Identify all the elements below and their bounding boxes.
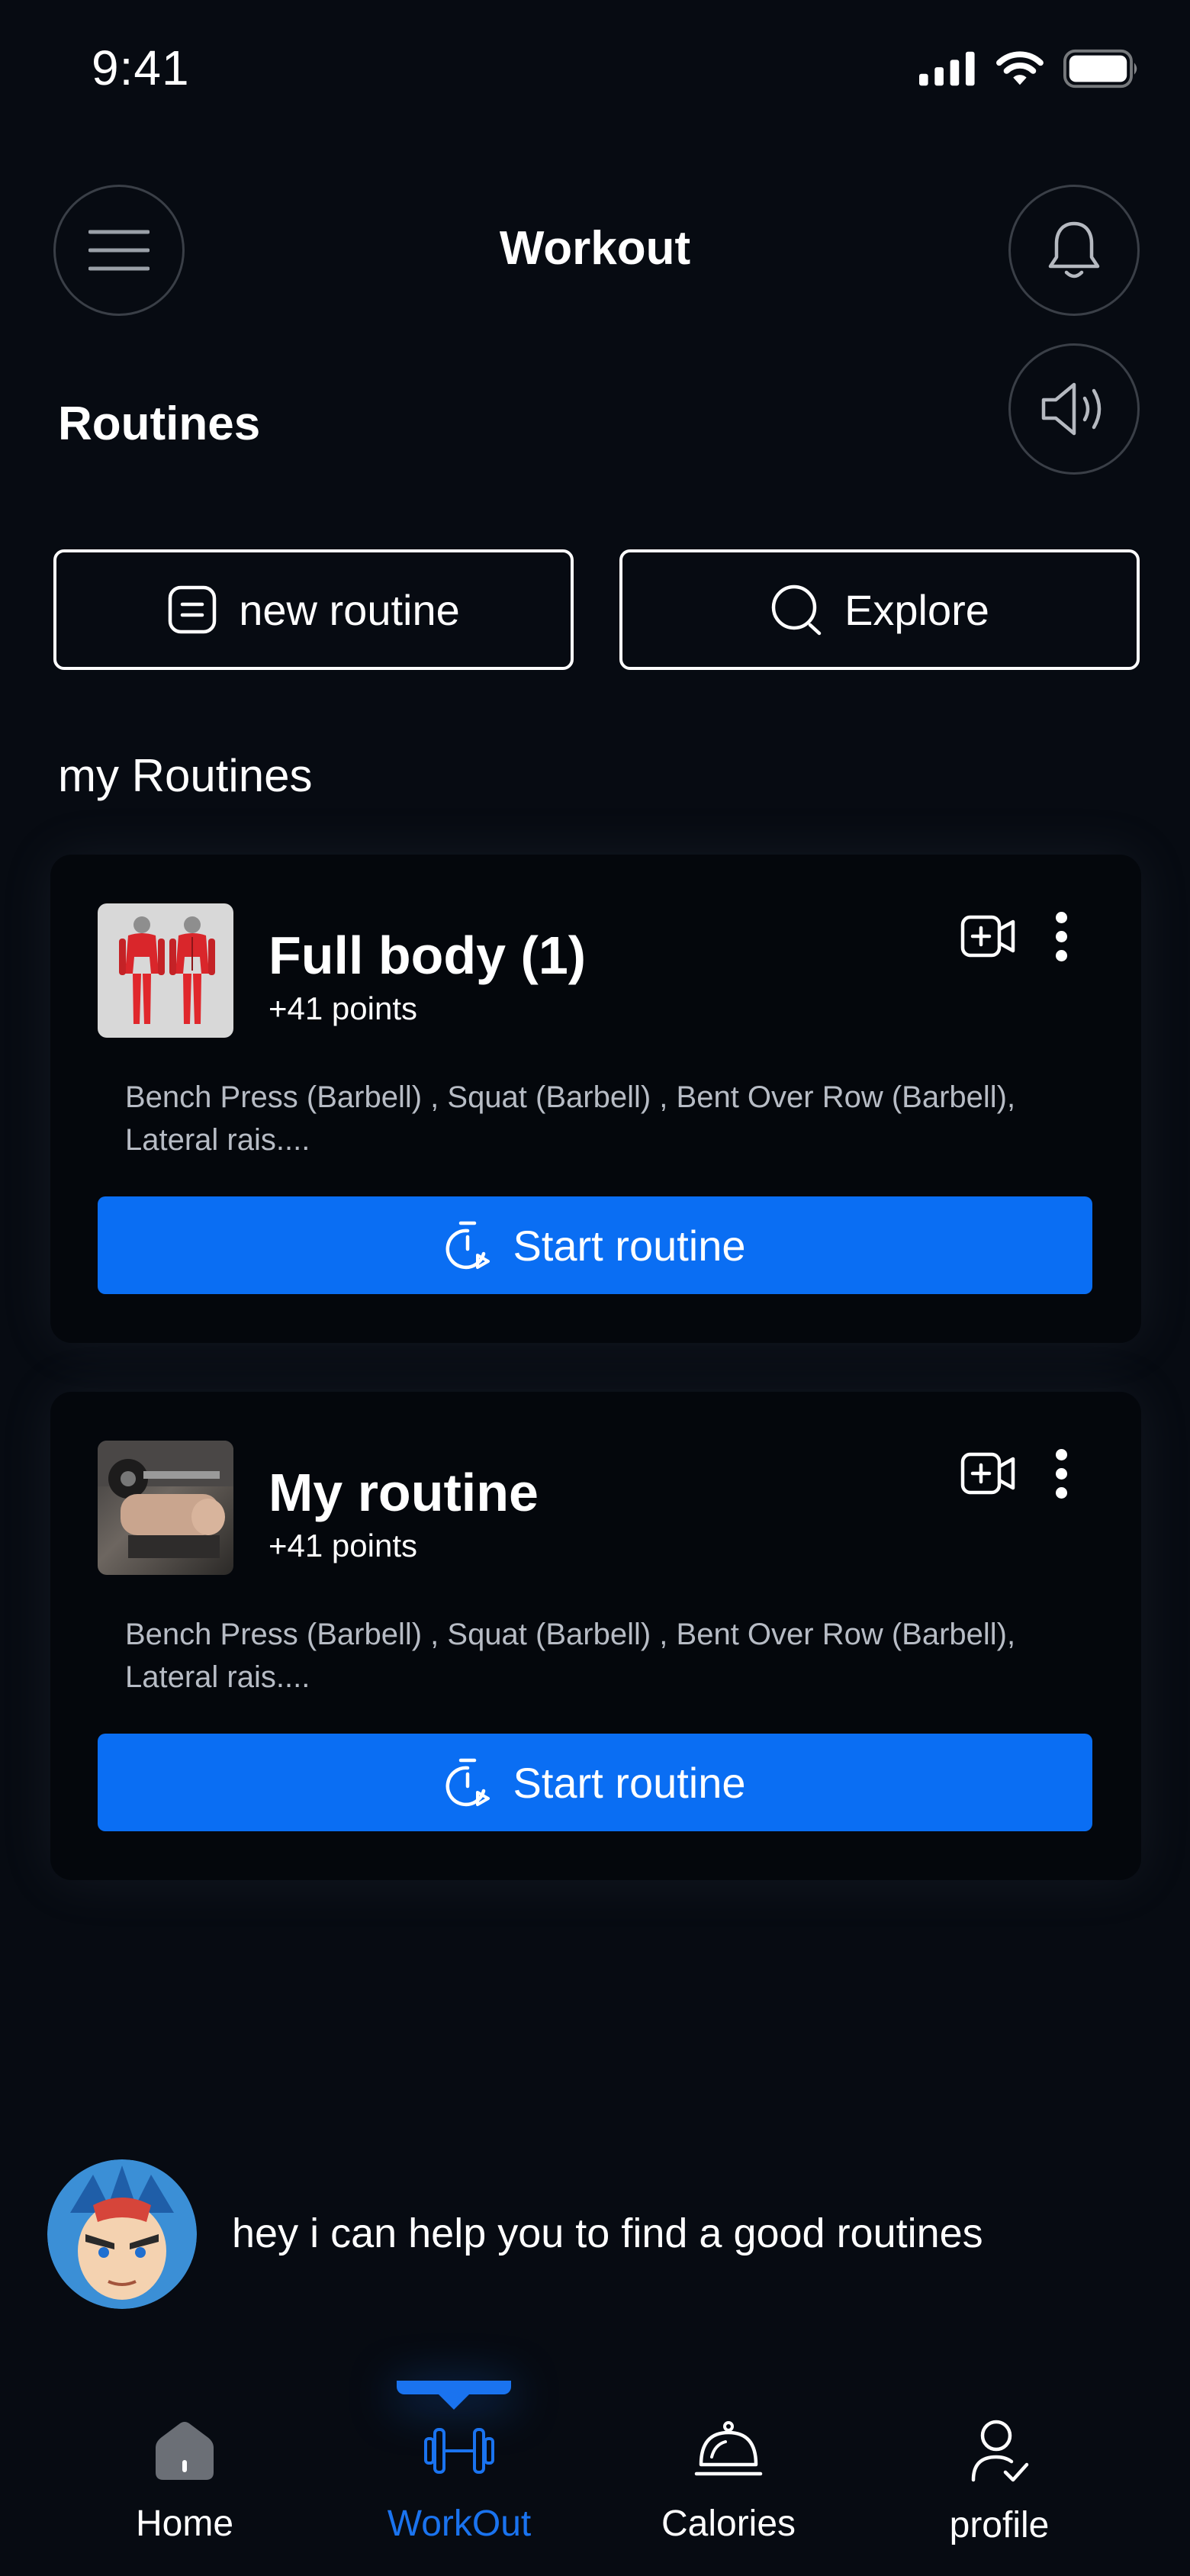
active-tab-pointer xyxy=(439,2394,469,2410)
routine-points: +41 points xyxy=(269,990,417,1026)
video-add-icon[interactable] xyxy=(960,1447,1016,1500)
nav-item-calories[interactable]: Calories xyxy=(614,2419,843,2564)
routine-exercises: Bench Press (Barbell) , Squat (Barbell) … xyxy=(125,1618,1016,1694)
assistant-avatar[interactable] xyxy=(47,2159,197,2309)
bottom-nav: Home WorkOut Calories profile xyxy=(0,2381,1190,2576)
section-title: Routines xyxy=(58,398,261,450)
routine-thumbnail xyxy=(98,1441,233,1575)
sound-button[interactable] xyxy=(1008,343,1140,475)
my-routines-title: my Routines xyxy=(58,750,313,801)
bell-icon xyxy=(1048,221,1100,279)
new-routine-button[interactable]: new routine xyxy=(53,549,574,670)
explore-button[interactable]: Explore xyxy=(619,549,1140,670)
explore-label: Explore xyxy=(844,585,989,634)
new-routine-label: new routine xyxy=(239,585,460,634)
timer-icon xyxy=(446,1758,490,1807)
routine-title: Full body (1) xyxy=(269,926,587,985)
routine-title: My routine xyxy=(269,1463,539,1522)
timer-icon xyxy=(446,1221,490,1270)
active-tab-indicator xyxy=(397,2381,511,2394)
assistant-avatar-image xyxy=(47,2159,197,2309)
nav-item-workout[interactable]: WorkOut xyxy=(345,2419,574,2564)
status-icons xyxy=(919,44,1140,93)
speaker-icon xyxy=(1041,382,1102,436)
note-icon xyxy=(168,585,217,634)
more-options-icon[interactable] xyxy=(1042,902,1080,971)
nav-label-home: Home xyxy=(135,2504,234,2544)
nav-item-profile[interactable]: profile xyxy=(885,2419,1114,2564)
search-icon xyxy=(771,584,822,636)
start-routine-label: Start routine xyxy=(513,1758,746,1807)
status-time: 9:41 xyxy=(92,40,190,95)
nav-item-home[interactable]: Home xyxy=(70,2419,299,2564)
video-add-icon[interactable] xyxy=(960,910,1016,963)
wifi-icon xyxy=(996,51,1044,85)
nav-label-workout: WorkOut xyxy=(387,2504,532,2544)
user-check-icon xyxy=(971,2420,1029,2482)
notifications-button[interactable] xyxy=(1008,185,1140,316)
routine-thumbnail xyxy=(98,903,233,1038)
start-routine-label: Start routine xyxy=(513,1221,746,1270)
routine-exercises: Bench Press (Barbell) , Squat (Barbell) … xyxy=(125,1080,1016,1157)
bench-press-photo xyxy=(98,1441,233,1558)
signal-icon xyxy=(919,51,975,86)
nav-label-calories: Calories xyxy=(661,2504,796,2544)
muscle-map-image xyxy=(119,916,215,1024)
nav-label-profile: profile xyxy=(949,2505,1050,2545)
assistant-message: hey i can help you to find a good routin… xyxy=(232,2211,983,2256)
more-options-icon[interactable] xyxy=(1042,1439,1080,1508)
start-routine-button[interactable]: Start routine xyxy=(98,1196,1092,1294)
dumbbell-icon xyxy=(424,2428,494,2474)
routine-card: Full body (1) +41 points Bench Press (Ba… xyxy=(50,855,1141,1343)
routine-card: My routine +41 points Bench Press (Barbe… xyxy=(50,1392,1141,1880)
start-routine-button[interactable]: Start routine xyxy=(98,1734,1092,1831)
food-cover-icon xyxy=(694,2421,763,2476)
home-icon xyxy=(156,2422,214,2480)
battery-icon xyxy=(1063,49,1137,89)
routine-points: +41 points xyxy=(269,1528,417,1563)
